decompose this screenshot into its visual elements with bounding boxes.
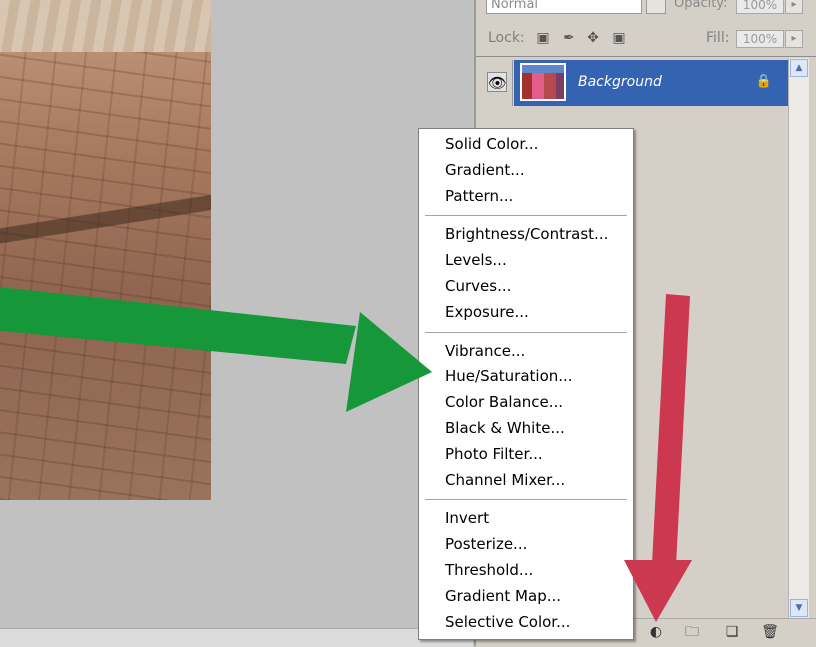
lock-transparent-pixels-icon[interactable]: ▣: [534, 29, 552, 47]
scroll-down-icon[interactable]: ▼: [790, 599, 808, 617]
menu-item[interactable]: Brightness/Contrast...: [445, 225, 608, 243]
blend-mode-dropdown-icon[interactable]: [646, 0, 666, 14]
photo-pavement: [0, 0, 211, 52]
layer-name: Background: [578, 74, 662, 90]
layer-list-scrollbar[interactable]: ▲ ▼: [788, 58, 809, 618]
menu-item[interactable]: Pattern...: [445, 187, 513, 205]
menu-item[interactable]: Posterize...: [445, 535, 527, 553]
menu-item[interactable]: Color Balance...: [445, 393, 563, 411]
lock-fill-row: Lock: ▣ ✒ ✥ ▣ Fill: 100% ▸: [476, 28, 816, 50]
photo-image: [0, 0, 211, 500]
menu-item[interactable]: Invert: [445, 509, 489, 527]
layer-thumbnail: [520, 63, 566, 101]
menu-item[interactable]: Curves...: [445, 277, 511, 295]
eye-icon[interactable]: 👁: [487, 72, 507, 92]
opacity-label: Opacity:: [674, 0, 728, 11]
document-canvas[interactable]: [0, 0, 473, 647]
lock-image-pixels-icon[interactable]: ✒: [560, 29, 578, 47]
menu-item[interactable]: Black & White...: [445, 419, 565, 437]
layer-row-background[interactable]: 👁 Background 🔒: [482, 60, 790, 106]
new-group-icon[interactable]: 🗀: [682, 622, 702, 642]
menu-item[interactable]: Threshold...: [445, 561, 533, 579]
blend-opacity-row: Normal Opacity: 100% ▸: [476, 0, 816, 20]
new-adjustment-layer-icon[interactable]: ◐: [646, 622, 666, 642]
menu-item[interactable]: Exposure...: [445, 303, 529, 321]
menu-item[interactable]: Hue/Saturation...: [445, 367, 573, 385]
lock-all-icon[interactable]: ▣: [610, 29, 628, 47]
menu-item[interactable]: Solid Color...: [445, 135, 538, 153]
fill-arrow-icon[interactable]: ▸: [785, 30, 803, 48]
menu-item[interactable]: Gradient...: [445, 161, 525, 179]
menu-separator: [425, 499, 627, 502]
menu-item[interactable]: Vibrance...: [445, 342, 525, 360]
menu-item[interactable]: Photo Filter...: [445, 445, 543, 463]
layer-selected-area[interactable]: Background 🔒: [514, 60, 790, 106]
menu-item[interactable]: Levels...: [445, 251, 507, 269]
delete-layer-icon[interactable]: 🗑: [760, 622, 780, 642]
visibility-toggle[interactable]: 👁: [482, 60, 513, 106]
opacity-field[interactable]: 100%: [736, 0, 784, 14]
adjustment-layer-menu: Solid Color... Gradient... Pattern... Brigh…: [418, 128, 634, 640]
lock-label: Lock:: [488, 30, 525, 46]
blend-mode-select[interactable]: Normal: [486, 0, 642, 14]
menu-item[interactable]: Channel Mixer...: [445, 471, 565, 489]
fill-field[interactable]: 100%: [736, 30, 784, 48]
fill-label: Fill:: [706, 30, 730, 46]
menu-item[interactable]: Gradient Map...: [445, 587, 561, 605]
scroll-up-icon[interactable]: ▲: [790, 59, 808, 77]
canvas-status-strip: [0, 628, 473, 647]
menu-separator: [425, 215, 627, 218]
menu-separator: [425, 331, 627, 334]
layer-lock-icon: 🔒: [755, 74, 772, 89]
opacity-arrow-icon[interactable]: ▸: [785, 0, 803, 14]
panel-divider: [476, 56, 816, 57]
lock-position-icon[interactable]: ✥: [584, 29, 602, 47]
menu-item[interactable]: Selective Color...: [445, 613, 570, 631]
new-layer-icon[interactable]: ❏: [722, 622, 742, 642]
